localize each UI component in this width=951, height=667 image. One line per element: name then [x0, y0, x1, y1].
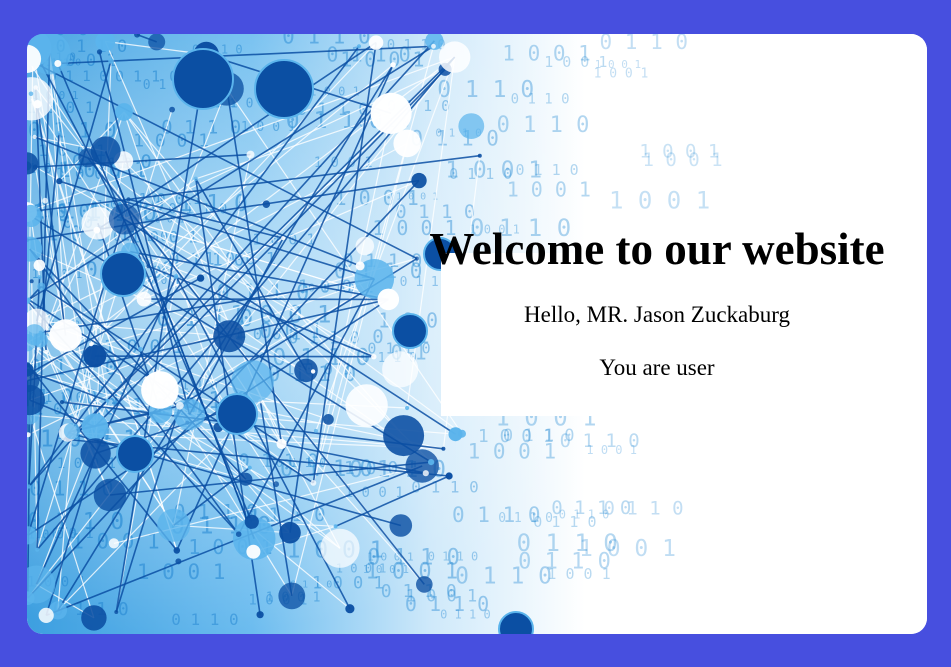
svg-text:0 1 1 0: 0 1 1 0 [600, 34, 689, 54]
svg-text:0 1 1 0: 0 1 1 0 [497, 113, 590, 138]
svg-text:1 0 0 1: 1 0 0 1 [445, 158, 542, 184]
svg-text:0 1 1 0: 0 1 1 0 [498, 511, 553, 526]
svg-text:1 0 0 1: 1 0 0 1 [586, 443, 637, 457]
user-role-text: You are user [599, 355, 715, 380]
svg-text:1 0 0 1: 1 0 0 1 [137, 560, 226, 584]
greeting-text: Hello, MR. Jason Zuckaburg [524, 302, 790, 327]
page-title: Welcome to our website [429, 224, 885, 274]
svg-text:0 1 1 0: 0 1 1 0 [27, 509, 124, 535]
svg-text:1 0 0 1: 1 0 0 1 [609, 186, 710, 214]
svg-text:1 0 0 1: 1 0 0 1 [594, 67, 649, 82]
svg-text:0 1 1 0: 0 1 1 0 [455, 563, 552, 589]
svg-text:1 0 0 1: 1 0 0 1 [502, 42, 591, 66]
svg-text:0 1 1 0: 0 1 1 0 [326, 42, 410, 66]
svg-text:0 1 1 0: 0 1 1 0 [115, 68, 178, 86]
svg-text:0 1 1 0: 0 1 1 0 [171, 610, 238, 629]
svg-text:1 0 0 1: 1 0 0 1 [579, 536, 676, 562]
svg-text:1 0 0 1: 1 0 0 1 [468, 440, 557, 464]
svg-text:1 0 0 1: 1 0 0 1 [639, 140, 719, 162]
svg-text:0 1 1 0: 0 1 1 0 [410, 126, 499, 150]
welcome-card: 1 0 0 10 1 1 00 1 1 00 1 1 01 0 0 10 1 1… [27, 34, 927, 634]
